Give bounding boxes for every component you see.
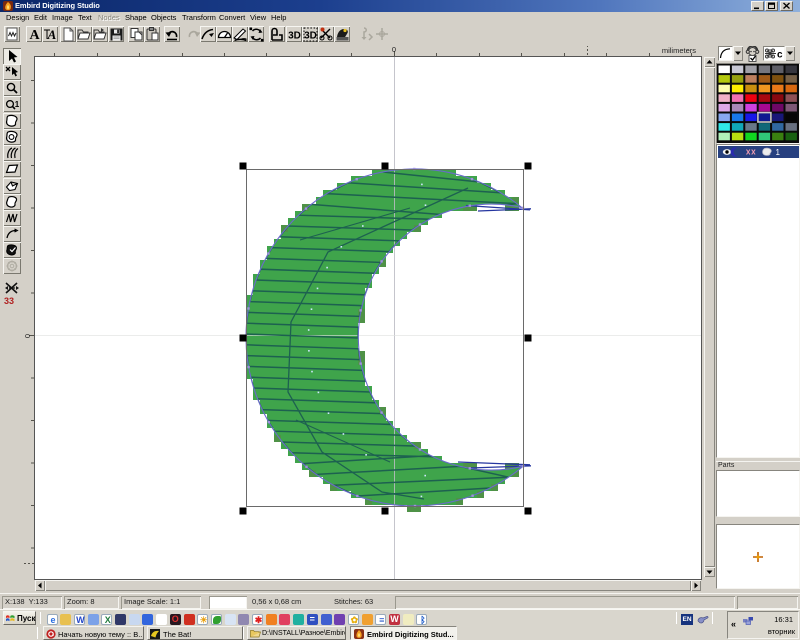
svg-text:3D: 3D: [304, 31, 317, 42]
svg-text:A: A: [29, 28, 40, 43]
svg-text:A: A: [47, 27, 57, 42]
svg-text:c: c: [777, 50, 783, 61]
svg-text:1: 1: [776, 148, 781, 157]
svg-text:3D: 3D: [288, 31, 301, 42]
svg-text:0: 0: [24, 334, 32, 338]
svg-text:milimeters: milimeters: [662, 46, 696, 55]
svg-text:0: 0: [392, 46, 396, 54]
svg-text:1: 1: [15, 100, 20, 109]
